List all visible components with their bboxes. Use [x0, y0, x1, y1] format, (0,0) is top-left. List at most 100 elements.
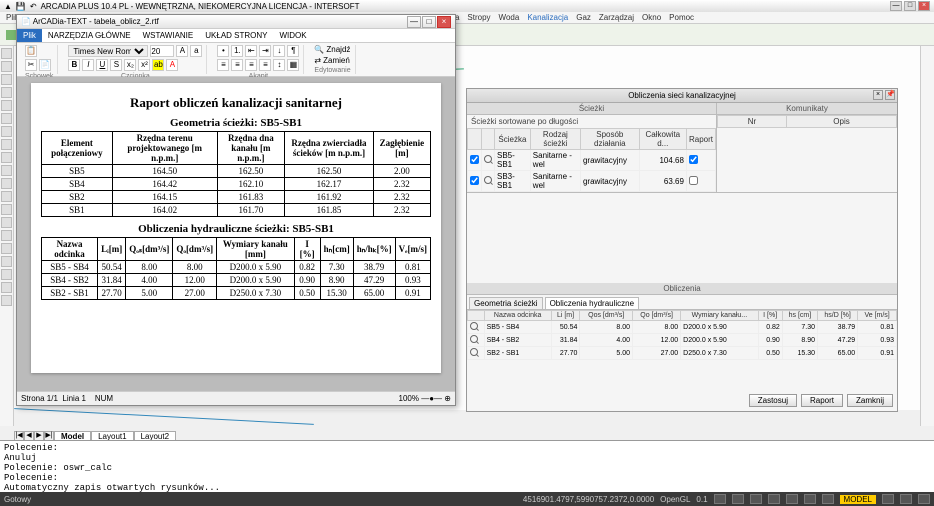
polar-button[interactable]: [768, 494, 780, 504]
tool-button[interactable]: [1, 217, 12, 228]
align-right[interactable]: ≡: [245, 59, 257, 71]
find-button[interactable]: Znajdź: [326, 45, 350, 54]
align-justify[interactable]: ≡: [259, 59, 271, 71]
sub-button[interactable]: x₂: [124, 59, 136, 71]
tool-button[interactable]: [1, 139, 12, 150]
menu-item[interactable]: Pomoc: [669, 13, 694, 22]
report-checkbox[interactable]: [689, 155, 698, 164]
word-close-button[interactable]: ×: [437, 16, 451, 28]
align-center[interactable]: ≡: [231, 59, 243, 71]
word-max-button[interactable]: □: [422, 16, 436, 28]
sort-button[interactable]: ↓: [273, 45, 285, 57]
sup-button[interactable]: x²: [138, 59, 150, 71]
cut-button[interactable]: ✂: [25, 59, 37, 71]
panel-pin-button[interactable]: 📌: [885, 90, 895, 100]
tool-button[interactable]: [1, 256, 12, 267]
menu-item[interactable]: Okno: [642, 13, 661, 22]
indent-button[interactable]: ⇥: [259, 45, 271, 57]
bold-button[interactable]: B: [68, 59, 80, 71]
sb-button[interactable]: [882, 494, 894, 504]
qat-save[interactable]: 💾: [16, 2, 26, 11]
table-row[interactable]: SB2 - SB127.705.0027.00D250.0 x 7.300.50…: [468, 347, 897, 360]
italic-button[interactable]: I: [82, 59, 94, 71]
highlight-button[interactable]: ab: [152, 59, 164, 71]
tool-button[interactable]: [1, 204, 12, 215]
zoom-icon[interactable]: [470, 335, 478, 343]
sb-button[interactable]: [918, 494, 930, 504]
tool-button[interactable]: [1, 113, 12, 124]
close-button[interactable]: Zamknij: [847, 394, 893, 407]
tool-button[interactable]: [1, 282, 12, 293]
qat-undo[interactable]: ↶: [30, 2, 37, 11]
tool-button[interactable]: [1, 126, 12, 137]
strike-button[interactable]: S: [110, 59, 122, 71]
zoom-icon[interactable]: [484, 155, 492, 163]
spacing-button[interactable]: ↕: [273, 59, 285, 71]
report-button[interactable]: Raport: [801, 394, 843, 407]
menu-item[interactable]: Woda: [499, 13, 520, 22]
profile-icon[interactable]: [6, 30, 16, 40]
grow-font[interactable]: A: [176, 45, 188, 57]
tool-button[interactable]: [1, 74, 12, 85]
grid-button[interactable]: [732, 494, 744, 504]
word-tab-view[interactable]: WIDOK: [273, 29, 312, 42]
tool-button[interactable]: [1, 48, 12, 59]
document-area[interactable]: Raport obliczeń kanalizacji sanitarnej G…: [17, 77, 455, 391]
align-left[interactable]: ≡: [217, 59, 229, 71]
close-button[interactable]: ×: [918, 1, 930, 11]
tool-button[interactable]: [1, 243, 12, 254]
tool-button[interactable]: [1, 178, 12, 189]
shading-button[interactable]: ▦: [287, 59, 299, 71]
table-row[interactable]: SB5-SB1Sanitarne - welgrawitacyjny104.68: [468, 150, 716, 171]
minimize-button[interactable]: —: [890, 1, 902, 11]
numbering-button[interactable]: 1.: [231, 45, 243, 57]
outdent-button[interactable]: ⇤: [245, 45, 257, 57]
menu-item[interactable]: Zarządzaj: [599, 13, 634, 22]
menu-item[interactable]: Stropy: [467, 13, 490, 22]
lwt-button[interactable]: [822, 494, 834, 504]
underline-button[interactable]: U: [96, 59, 108, 71]
font-select[interactable]: Times New Roman: [68, 45, 148, 57]
tool-button[interactable]: [1, 152, 12, 163]
word-tab-insert[interactable]: WSTAWIANIE: [137, 29, 200, 42]
word-tab-file[interactable]: Plik: [17, 29, 42, 42]
menu-item[interactable]: Gaz: [576, 13, 591, 22]
snap-button[interactable]: [714, 494, 726, 504]
paste-button[interactable]: 📋: [25, 45, 37, 57]
font-size[interactable]: [150, 45, 174, 57]
word-tab-home[interactable]: NARZĘDZIA GŁÓWNE: [42, 29, 137, 42]
zoom-icon[interactable]: [484, 176, 492, 184]
otrack-button[interactable]: [804, 494, 816, 504]
sb-button[interactable]: [900, 494, 912, 504]
maximize-button[interactable]: □: [904, 1, 916, 11]
tool-button[interactable]: [1, 87, 12, 98]
shrink-font[interactable]: a: [190, 45, 202, 57]
row-checkbox[interactable]: [470, 176, 479, 185]
table-row[interactable]: SB4 - SB231.844.0012.00D200.0 x 5.900.90…: [468, 334, 897, 347]
panel-close-button[interactable]: ×: [873, 90, 883, 100]
table-row[interactable]: SB5 - SB450.548.008.00D200.0 x 5.900.827…: [468, 321, 897, 334]
osnap-button[interactable]: [786, 494, 798, 504]
menu-item[interactable]: Kanalizacja: [527, 13, 568, 22]
model-indicator[interactable]: MODEL: [840, 495, 876, 504]
marks-button[interactable]: ¶: [287, 45, 299, 57]
tab-geometry[interactable]: Geometria ścieżki: [469, 297, 543, 309]
row-checkbox[interactable]: [470, 155, 479, 164]
zoom-slider[interactable]: —●—: [421, 394, 442, 403]
tool-button[interactable]: [1, 61, 12, 72]
tool-button[interactable]: [1, 100, 12, 111]
tool-button[interactable]: [1, 165, 12, 176]
apply-button[interactable]: Zastosuj: [749, 394, 797, 407]
fontcolor-button[interactable]: A: [166, 59, 178, 71]
bullets-button[interactable]: •: [217, 45, 229, 57]
zoom-icon[interactable]: [470, 348, 478, 356]
ortho-button[interactable]: [750, 494, 762, 504]
zoom-icon[interactable]: [470, 322, 478, 330]
tool-button[interactable]: [1, 269, 12, 280]
replace-button[interactable]: Zamień: [323, 56, 350, 65]
copy-button[interactable]: 📄: [39, 59, 51, 71]
tool-button[interactable]: [1, 191, 12, 202]
word-tab-layout[interactable]: UKŁAD STRONY: [199, 29, 273, 42]
tab-hydraulic[interactable]: Obliczenia hydrauliczne: [545, 297, 640, 309]
report-checkbox[interactable]: [689, 176, 698, 185]
